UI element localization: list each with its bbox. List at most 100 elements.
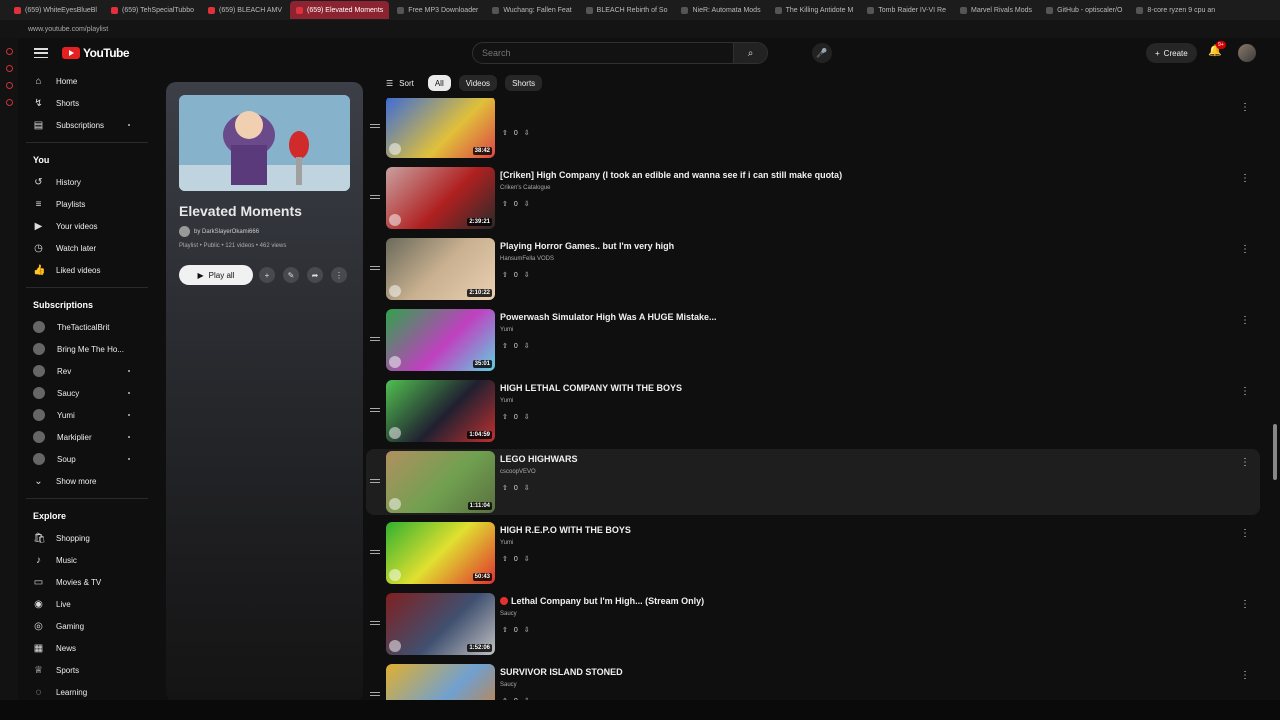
video-title[interactable]: Lethal Company but I'm High... (Stream O… [500,596,704,606]
video-thumbnail[interactable]: 2:10:22 [386,238,495,300]
downvote-icon[interactable]: ⇩ [524,413,530,421]
kebab-icon[interactable]: ⋮ [1240,102,1250,113]
sidebar-item-subscriptions[interactable]: ▤ Subscriptions [18,114,156,136]
sidebar-item-playlists[interactable]: ≡ Playlists [18,193,156,215]
sidebar-item-sports[interactable]: ♕ Sports [18,659,156,681]
side-panel-icon[interactable] [5,82,13,89]
video-channel[interactable]: Saucy [500,682,517,688]
playlist-video-row[interactable]: 1:52:06 Lethal Company but I'm High... (S… [366,591,1260,657]
drag-handle-icon[interactable] [370,408,380,414]
sidebar-you-heading[interactable]: You [18,149,156,171]
video-thumbnail[interactable]: 1:04:59 [386,380,495,442]
search-button[interactable]: ⌕ [733,43,767,63]
side-panel-icon[interactable] [5,99,13,106]
browser-tab[interactable]: Wuchang: Fallen Feat [486,1,577,19]
create-button[interactable]: + Create [1146,43,1197,63]
drag-handle-icon[interactable] [370,124,380,130]
sidebar-subscription[interactable]: Soup [18,448,156,470]
kebab-icon[interactable]: ⋮ [1240,670,1250,681]
playlist-video-row[interactable]: 35:01 Powerwash Simulator High Was A HUGE… [366,307,1260,373]
upvote-icon[interactable]: ⇧ [502,271,508,279]
video-thumbnail[interactable]: 38:42 [386,98,495,158]
upvote-icon[interactable]: ⇧ [502,200,508,208]
sidebar-item-liked-videos[interactable]: 👍 Liked videos [18,259,156,281]
sidebar-item-shopping[interactable]: 🛍 Shopping [18,527,156,549]
browser-tab[interactable]: NieR: Automata Mods [675,1,766,19]
search-input[interactable] [473,48,733,58]
owner-name[interactable]: by DarkSlayerOkami666 [194,229,259,235]
sidebar-item-music[interactable]: ♪ Music [18,549,156,571]
downvote-icon[interactable]: ⇩ [524,626,530,634]
kebab-icon[interactable]: ⋮ [1240,173,1250,184]
sidebar-subscription[interactable]: Saucy [18,382,156,404]
drag-handle-icon[interactable] [370,692,380,698]
sidebar-item-history[interactable]: ↺ History [18,171,156,193]
playlist-owner[interactable]: by DarkSlayerOkami666 [179,226,259,237]
play-all-button[interactable]: ▶ Play all [179,265,253,285]
video-channel[interactable]: Criken's Catalogue [500,185,551,191]
video-channel[interactable]: cscoopVEVO [500,469,536,475]
chip-videos[interactable]: Videos [458,75,498,91]
browser-tab[interactable]: Tomb Raider IV-VI Re [861,1,952,19]
playlist-video-row[interactable]: 1:04:59 HIGH LETHAL COMPANY WITH THE BOYS… [366,378,1260,444]
account-avatar[interactable] [1238,44,1256,62]
playlist-video-row[interactable]: 50:43 HIGH R.E.P.O WITH THE BOYS Yumi ⇧ 0 ⇩ ⋮ [366,520,1260,586]
video-channel[interactable]: Saucy [500,611,517,617]
upvote-icon[interactable]: ⇧ [502,484,508,492]
kebab-icon[interactable]: ⋮ [1240,244,1250,255]
kebab-icon[interactable]: ⋮ [1240,599,1250,610]
drag-handle-icon[interactable] [370,479,380,485]
kebab-icon[interactable]: ⋮ [1240,315,1250,326]
url-text[interactable]: www.youtube.com/playlist [28,26,108,33]
upvote-icon[interactable]: ⇧ [502,626,508,634]
page-scrollbar[interactable] [1273,424,1277,480]
playlist-video-row[interactable]: 38:42 ⇧ 0 ⇩ ⋮ [366,98,1260,160]
browser-tab[interactable]: 8-core ryzen 9 cpu an [1130,1,1221,19]
video-title[interactable]: SURVIVOR ISLAND STONED [500,667,623,677]
browser-tab[interactable]: BLEACH Rebirth of So [580,1,674,19]
browser-tab[interactable]: The Killing Antidote M [769,1,860,19]
sidebar-item-gaming[interactable]: ◎ Gaming [18,615,156,637]
chip-all[interactable]: All [427,75,451,91]
browser-tab[interactable]: (659) TehSpecialTubbo [105,1,200,19]
video-channel[interactable]: Yumi [500,327,513,333]
youtube-logo[interactable]: YouTube [62,46,130,60]
video-thumbnail[interactable]: 1:11:04 [386,451,495,513]
sidebar-subscription[interactable]: Markiplier [18,426,156,448]
video-thumbnail[interactable]: 40:17 [386,664,495,700]
side-panel-icon[interactable] [5,65,13,72]
add-to-library-button[interactable]: + [259,267,275,283]
kebab-icon[interactable]: ⋮ [1240,528,1250,539]
video-thumbnail[interactable]: 2:39:21 [386,167,495,229]
playlist-video-row[interactable]: 1:11:04 LEGO HIGHWARS cscoopVEVO ⇧ 0 ⇩ ⋮ [366,449,1260,515]
playlist-video-row[interactable]: 2:39:21 [Criken] High Company (I took an … [366,165,1260,231]
downvote-icon[interactable]: ⇩ [524,271,530,279]
sidebar-item-live[interactable]: ◉ Live [18,593,156,615]
video-thumbnail[interactable]: 1:52:06 [386,593,495,655]
browser-tab[interactable]: GitHub - optiscaler/O [1040,1,1128,19]
browser-tab[interactable]: (659) Elevated Moments [290,1,390,19]
browser-tab[interactable]: (659) BLEACH AMV [202,1,288,19]
video-title[interactable]: LEGO HIGHWARS [500,454,578,464]
chip-shorts[interactable]: Shorts [505,75,543,91]
video-thumbnail[interactable]: 50:43 [386,522,495,584]
sidebar-item-your-videos[interactable]: ▶ Your videos [18,215,156,237]
show-more-button[interactable]: ⌄ Show more [18,470,156,492]
sidebar-item-news[interactable]: ▦ News [18,637,156,659]
hamburger-menu-icon[interactable] [34,48,48,58]
sidebar-subscription[interactable]: Yumi [18,404,156,426]
share-button[interactable]: ➦ [307,267,323,283]
side-panel-icon[interactable] [5,48,13,55]
drag-handle-icon[interactable] [370,266,380,272]
drag-handle-icon[interactable] [370,337,380,343]
drag-handle-icon[interactable] [370,621,380,627]
downvote-icon[interactable]: ⇩ [524,484,530,492]
sidebar-subscription[interactable]: Bring Me The Ho... [18,338,156,360]
downvote-icon[interactable]: ⇩ [524,200,530,208]
kebab-icon[interactable]: ⋮ [1240,457,1250,468]
video-title[interactable]: Powerwash Simulator High Was A HUGE Mist… [500,312,717,322]
sidebar-explore-heading[interactable]: Explore [18,505,156,527]
sidebar-subscription[interactable]: TheTacticalBrit [18,316,156,338]
upvote-icon[interactable]: ⇧ [502,413,508,421]
playlist-thumbnail[interactable] [179,95,350,191]
